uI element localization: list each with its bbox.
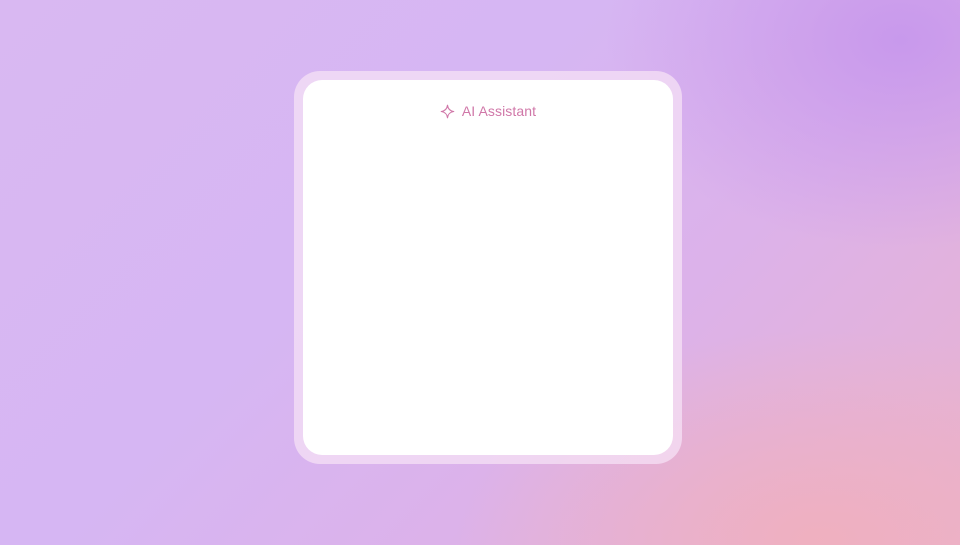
assistant-header: AI Assistant <box>303 103 673 119</box>
assistant-title: AI Assistant <box>461 103 537 119</box>
sparkle-icon <box>440 104 455 119</box>
assistant-window-frame: AI Assistant <box>294 71 682 464</box>
assistant-panel: AI Assistant <box>303 80 673 455</box>
